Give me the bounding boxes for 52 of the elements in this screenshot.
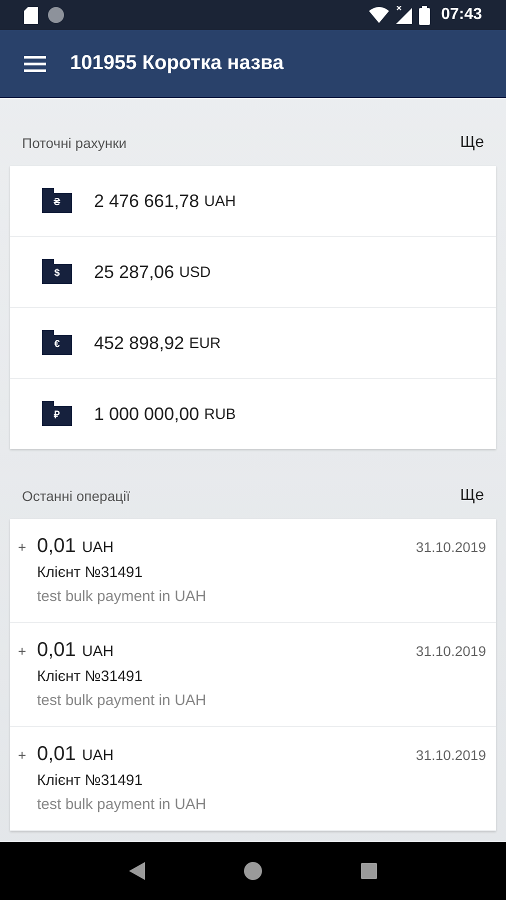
more-link[interactable]: Ще: [460, 487, 484, 505]
operation-date: 31.10.2019: [416, 643, 486, 659]
section-title: Останні операції: [22, 488, 130, 504]
currency-folder-icon: ₽: [42, 401, 72, 426]
operation-row[interactable]: + 0,01 UAH 31.10.2019 Клієнт №31491 test bulk payment in UAH: [10, 623, 496, 727]
operation-amount: 0,01: [37, 639, 76, 662]
currency-folder-icon: €: [42, 330, 72, 355]
account-amount: 1 000 000,00: [94, 404, 200, 424]
account-amount: 452 898,92: [94, 332, 184, 354]
operation-currency: UAH: [82, 747, 114, 764]
operation-sign: +: [18, 747, 28, 763]
signal-icon: [396, 6, 412, 24]
operation-sign: +: [18, 539, 28, 555]
operation-date: 31.10.2019: [416, 747, 486, 763]
recents-icon[interactable]: [360, 863, 377, 879]
operation-currency: UAH: [82, 643, 114, 660]
battery-icon: [419, 6, 430, 24]
account-row[interactable]: ₽ 1 000 000,00 RUB: [10, 379, 496, 449]
sd-card-icon: [24, 6, 38, 24]
operation-currency: UAH: [82, 539, 114, 556]
wifi-icon: [369, 7, 390, 23]
currency-folder-icon: ₴: [42, 188, 72, 213]
operation-date: 31.10.2019: [416, 539, 486, 555]
account-currency: UAH: [204, 192, 236, 210]
account-currency: EUR: [189, 334, 221, 352]
operation-description: test bulk payment in UAH: [37, 588, 208, 605]
operation-amount: 0,01: [37, 535, 76, 558]
more-link[interactable]: Ще: [460, 134, 484, 152]
menu-icon[interactable]: [24, 56, 46, 72]
status-time: 07:43: [441, 6, 482, 24]
account-row[interactable]: € 452 898,92 EUR: [10, 308, 496, 379]
operation-client: Клієнт №31491: [37, 668, 144, 685]
operation-description: test bulk payment in UAH: [37, 692, 208, 709]
account-amount: 2 476 661,78: [94, 190, 200, 212]
operation-client: Клієнт №31491: [37, 564, 144, 581]
account-row[interactable]: ₴ 2 476 661,78 UAH: [10, 166, 496, 237]
operation-sign: +: [18, 643, 28, 659]
account-row[interactable]: $ 25 287,06 USD: [10, 237, 496, 308]
operation-client: Клієнт №31491: [37, 772, 144, 789]
back-icon[interactable]: [129, 862, 146, 880]
section-title: Поточні рахунки: [22, 135, 127, 151]
app-title: 101955 Коротка назва: [70, 52, 284, 75]
account-amount: 25 287,06: [94, 262, 174, 282]
operation-row[interactable]: + 0,01 UAH 31.10.2019 Клієнт №31491 test bulk payment in UAH: [10, 519, 496, 623]
operation-row[interactable]: + 0,01 UAH 31.10.2019 Клієнт №31491 test bulk payment in UAH: [10, 727, 496, 831]
account-currency: RUB: [204, 406, 236, 422]
operation-amount: 0,01: [37, 743, 76, 766]
home-icon[interactable]: [244, 862, 262, 880]
currency-folder-icon: $: [42, 259, 72, 284]
account-currency: USD: [179, 264, 211, 280]
dot-icon: [48, 7, 64, 23]
operation-description: test bulk payment in UAH: [37, 796, 208, 813]
